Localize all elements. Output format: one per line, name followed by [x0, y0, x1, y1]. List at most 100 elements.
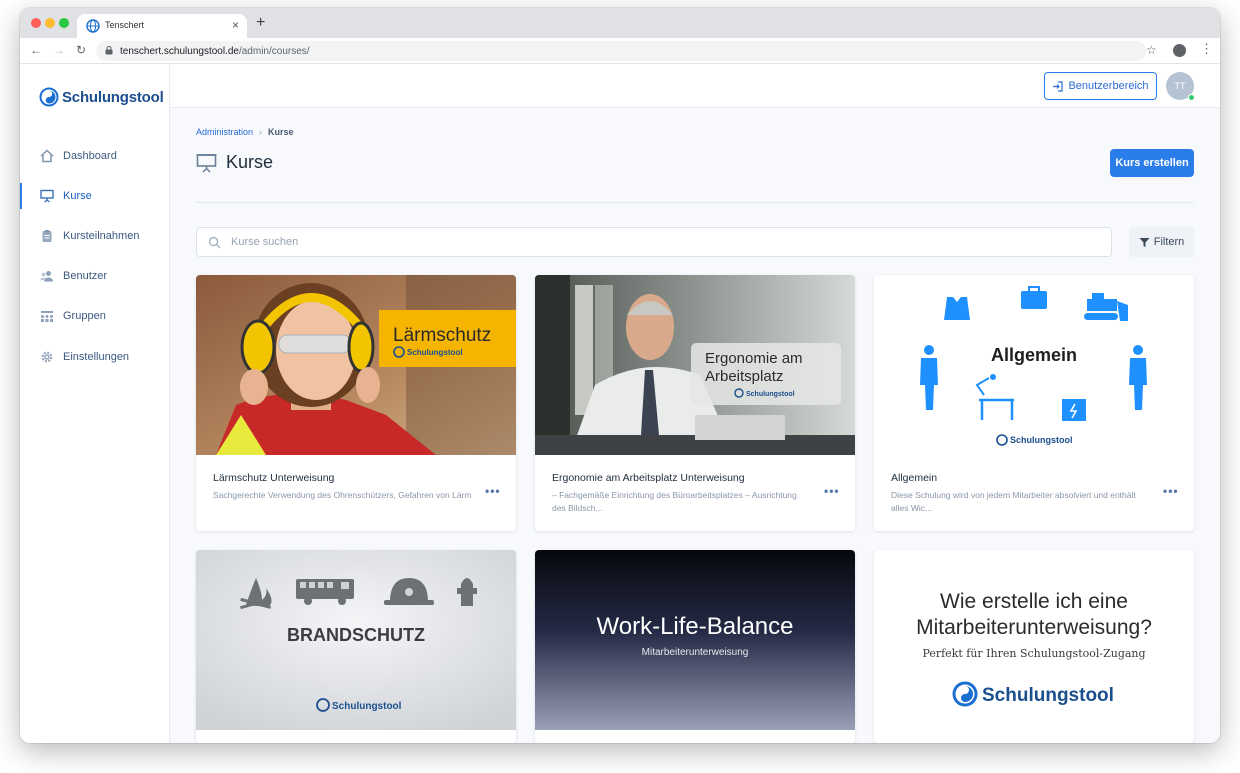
breadcrumb-administration[interactable]: Administration	[196, 127, 253, 137]
groups-icon	[41, 311, 53, 322]
course-card-allgemein[interactable]: Allgemein Schulungstool Allgemein Diese …	[874, 275, 1194, 531]
zoom-window-icon[interactable]	[59, 18, 69, 28]
page-title: Kurse	[226, 152, 274, 172]
url-text: tenschert.schulungstool.de/admin/courses…	[120, 46, 310, 57]
home-icon	[40, 149, 54, 163]
how-to-image-label-line1: Wie erstelle ich eine	[940, 590, 1128, 613]
sign-in-icon	[1053, 80, 1064, 92]
tab-close-icon[interactable]: ×	[232, 18, 239, 32]
filter-icon	[1139, 237, 1150, 247]
profile-icon[interactable]	[1173, 44, 1186, 57]
ergonomie-image-brand: Schulungstool	[746, 391, 795, 398]
new-tab-button[interactable]: +	[256, 15, 265, 31]
laermschutz-image-brand: Schulungstool	[407, 348, 463, 357]
more-options-icon[interactable]: •••	[485, 484, 501, 498]
clipboard-icon	[42, 230, 52, 242]
course-image-how-to[interactable]: Wie erstelle ich eine Mitarbeiterunterwe…	[874, 550, 1194, 730]
gear-icon	[41, 351, 53, 363]
sidebar-item-label: Kursteilnahmen	[63, 230, 140, 242]
tab-title: Tenschert	[105, 20, 145, 30]
sidebar: Schulungstool Dashboard Kurse Kursteilna…	[20, 64, 170, 743]
how-to-image-label-line2: Mitarbeiterunterweisung?	[916, 616, 1152, 639]
minimize-window-icon[interactable]	[45, 18, 55, 28]
sidebar-item-label: Einstellungen	[63, 351, 130, 363]
chevron-right-icon: ›	[259, 127, 263, 137]
course-image-ergonomie[interactable]: Ergonomie am Arbeitsplatz Schulungstool	[535, 275, 855, 455]
filter-label: Filtern	[1153, 236, 1185, 248]
course-card-ergonomie[interactable]: Ergonomie am Arbeitsplatz Schulungstool …	[535, 275, 855, 531]
more-options-icon[interactable]: •••	[824, 484, 840, 498]
allgemein-image-brand: Schulungstool	[1010, 435, 1073, 445]
sidebar-item-kursteilnahmen[interactable]: Kursteilnahmen	[20, 223, 170, 249]
browser-window: Tenschert × + ← → ↻ tenschert.schulungst…	[20, 8, 1220, 743]
course-image-brandschutz[interactable]: BRANDSCHUTZ Schulungstool	[196, 550, 516, 730]
presentation-icon	[40, 189, 54, 203]
app-root: Schulungstool Dashboard Kurse Kursteilna…	[20, 64, 1220, 743]
how-to-image-brand: Schulungstool	[982, 685, 1114, 706]
url-path: /admin/courses/	[238, 46, 310, 57]
sidebar-item-gruppen[interactable]: Gruppen	[20, 303, 170, 329]
course-image-allgemein[interactable]: Allgemein Schulungstool	[874, 275, 1194, 455]
course-card-brandschutz[interactable]: BRANDSCHUTZ Schulungstool	[196, 550, 516, 743]
reload-icon[interactable]: ↻	[76, 43, 86, 57]
forward-icon[interactable]: →	[53, 43, 65, 57]
brandschutz-image-label: BRANDSCHUTZ	[287, 625, 425, 645]
schulungstool-logo-icon	[39, 87, 59, 107]
breadcrumb-current: Kurse	[268, 127, 294, 137]
how-to-image-sublabel: Perfekt für Ihren Schulungstool-Zugang	[922, 647, 1145, 660]
course-card-how-to[interactable]: Wie erstelle ich eine Mitarbeiterunterwe…	[874, 550, 1194, 743]
browser-tab[interactable]: Tenschert ×	[77, 14, 247, 38]
browser-menu-icon[interactable]: ⋮	[1200, 42, 1213, 56]
ergonomie-image-label-line2: Arbeitsplatz	[705, 368, 783, 385]
app-top-bar: Benutzerbereich TT	[170, 64, 1220, 108]
course-title[interactable]: Lärmschutz Unterweisung	[213, 472, 334, 484]
sidebar-item-einstellungen[interactable]: Einstellungen	[20, 344, 170, 370]
sidebar-item-kurse[interactable]: Kurse	[20, 183, 170, 209]
laermschutz-image-label: Lärmschutz	[393, 325, 491, 346]
more-options-icon[interactable]: •••	[1163, 484, 1179, 498]
benutzerbereich-button[interactable]: Benutzerbereich	[1044, 72, 1157, 100]
course-description: – Fachgemäße Einrichtung des Büroarbeits…	[552, 490, 797, 513]
sidebar-item-label: Gruppen	[63, 310, 106, 322]
browser-toolbar: ← → ↻ tenschert.schulungstool.de/admin/c…	[20, 38, 1220, 64]
users-icon	[40, 271, 53, 282]
ergonomie-image-label-line1: Ergonomie am	[705, 350, 803, 367]
sidebar-item-dashboard[interactable]: Dashboard	[20, 143, 170, 169]
create-course-button[interactable]: Kurs erstellen	[1110, 149, 1194, 177]
lock-icon	[105, 46, 113, 55]
course-description: Sachgerechte Verwendung des Ohrenschütze…	[213, 490, 472, 500]
create-course-label: Kurs erstellen	[1115, 157, 1189, 169]
course-title[interactable]: Ergonomie am Arbeitsplatz Unterweisung	[552, 472, 745, 484]
sidebar-item-label: Kurse	[63, 190, 92, 202]
search-input[interactable]	[231, 233, 1091, 251]
page-header: Kurse	[196, 152, 273, 173]
course-image-laermschutz[interactable]: Lärmschutz Schulungstool	[196, 275, 516, 455]
globe-icon	[86, 19, 100, 33]
url-host: tenschert.schulungstool.de	[120, 46, 239, 57]
header-divider	[196, 202, 1194, 203]
bookmark-star-icon[interactable]: ☆	[1146, 43, 1157, 57]
course-title[interactable]: Allgemein	[891, 472, 937, 484]
course-image-work-life-balance[interactable]: Work-Life-Balance Mitarbeiterunterweisun…	[535, 550, 855, 730]
course-description: Diese Schulung wird von jedem Mitarbeite…	[891, 490, 1136, 513]
course-search[interactable]	[196, 227, 1112, 257]
course-card-laermschutz[interactable]: Lärmschutz Schulungstool Lärmschutz Unte…	[196, 275, 516, 531]
work-life-balance-image-sublabel: Mitarbeiterunterweisung	[642, 647, 749, 658]
allgemein-image-label: Allgemein	[991, 345, 1077, 365]
brandschutz-image-brand: Schulungstool	[332, 701, 402, 712]
benutzerbereich-label: Benutzerbereich	[1068, 80, 1149, 92]
work-life-balance-image-label: Work-Life-Balance	[597, 613, 794, 640]
logo-text: Schulungstool	[62, 88, 164, 106]
sidebar-item-label: Benutzer	[63, 270, 108, 282]
browser-tab-bar: Tenschert × +	[20, 8, 1220, 38]
sidebar-item-benutzer[interactable]: Benutzer	[20, 263, 170, 289]
breadcrumb: Administration › Kurse	[196, 127, 294, 137]
back-icon[interactable]: ←	[30, 43, 42, 57]
online-status-indicator	[1188, 94, 1195, 101]
filter-button[interactable]: Filtern	[1129, 227, 1194, 257]
presentation-icon	[196, 153, 217, 173]
address-bar[interactable]: tenschert.schulungstool.de/admin/courses…	[96, 41, 1146, 61]
logo[interactable]: Schulungstool	[39, 86, 164, 108]
course-card-work-life-balance[interactable]: Work-Life-Balance Mitarbeiterunterweisun…	[535, 550, 855, 743]
close-window-icon[interactable]	[31, 18, 41, 28]
